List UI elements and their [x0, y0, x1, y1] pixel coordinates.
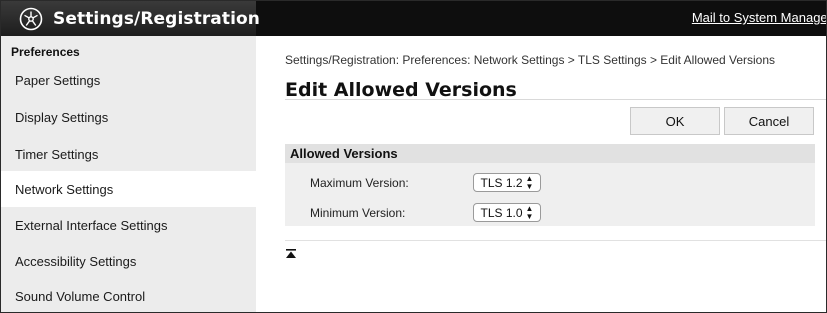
title-divider [285, 99, 826, 100]
sidebar-item-label: Network Settings [15, 181, 114, 197]
sidebar-item-network-settings[interactable]: Network Settings [1, 171, 256, 207]
sidebar-item-label: Paper Settings [15, 73, 101, 88]
sidebar-item-timer-settings[interactable]: Timer Settings [1, 137, 256, 172]
sidebar-item-display-settings[interactable]: Display Settings [1, 100, 256, 135]
page-title: Edit Allowed Versions [285, 79, 517, 101]
sidebar-item-label: Timer Settings [15, 147, 99, 162]
sidebar-heading: Preferences [11, 45, 80, 59]
sidebar: Preferences Paper Settings Display Setti… [1, 36, 256, 312]
select-arrows-icon: ▲ ▼ [525, 173, 534, 191]
sidebar-item-paper-settings[interactable]: Paper Settings [1, 63, 256, 98]
ok-button[interactable]: OK [630, 107, 720, 135]
cancel-button[interactable]: Cancel [724, 107, 814, 135]
mail-to-system-manager-link[interactable]: Mail to System Manager [692, 10, 826, 25]
select-arrows-icon: ▲ ▼ [525, 203, 534, 221]
header-title-area: Settings/Registration [1, 1, 260, 36]
header-bar: Settings/Registration Mail to System Man… [1, 1, 826, 36]
sidebar-item-sound-volume-control[interactable]: Sound Volume Control [1, 279, 256, 312]
section-title: Allowed Versions [285, 144, 815, 163]
to-top-icon[interactable] [285, 247, 297, 259]
app-window: Settings/Registration Mail to System Man… [0, 0, 827, 313]
minimum-version-select[interactable]: TLS 1.0 ▲ ▼ [473, 203, 541, 222]
main-content: Settings/Registration: Preferences: Netw… [256, 36, 826, 312]
breadcrumb: Settings/Registration: Preferences: Netw… [285, 53, 776, 67]
sidebar-item-label: Accessibility Settings [15, 254, 137, 269]
settings-registration-icon [19, 7, 43, 31]
sidebar-item-external-interface-settings[interactable]: External Interface Settings [1, 208, 256, 243]
maximum-version-value: TLS 1.2 [480, 175, 523, 190]
minimum-version-label: Minimum Version: [310, 206, 406, 220]
sidebar-item-label: External Interface Settings [15, 218, 168, 233]
sidebar-item-accessibility-settings[interactable]: Accessibility Settings [1, 244, 256, 279]
maximum-version-select[interactable]: TLS 1.2 ▲ ▼ [473, 173, 541, 192]
sidebar-item-label: Sound Volume Control [15, 289, 146, 304]
sidebar-item-label: Display Settings [15, 110, 109, 125]
bottom-divider [285, 240, 826, 241]
minimum-version-value: TLS 1.0 [480, 205, 523, 220]
allowed-versions-section: Allowed Versions Maximum Version: TLS 1.… [285, 144, 815, 226]
maximum-version-label: Maximum Version: [310, 176, 409, 190]
app-title: Settings/Registration [53, 8, 261, 29]
